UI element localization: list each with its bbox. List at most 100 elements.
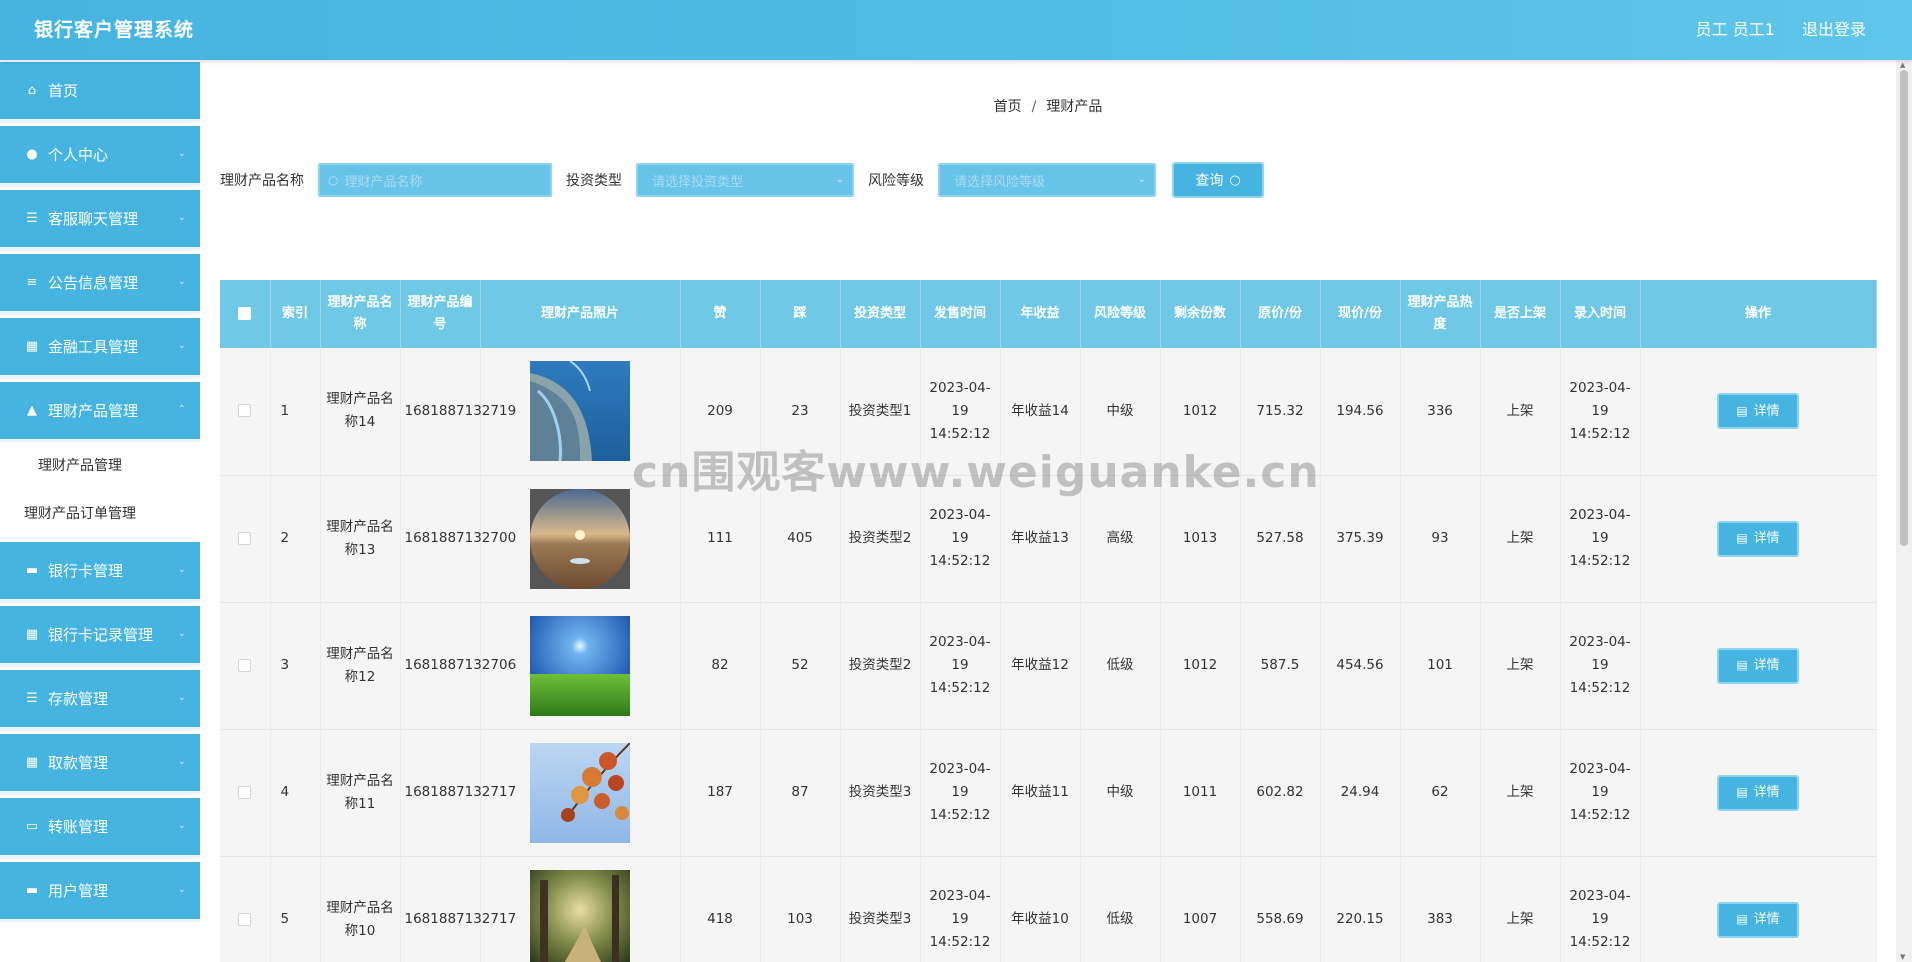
detail-button[interactable]: ▤ 详情 xyxy=(1717,901,1799,938)
scroll-down-icon[interactable]: ▼ xyxy=(1900,953,1905,961)
detail-button-label: 详情 xyxy=(1753,403,1780,419)
cell-listed: 上架 xyxy=(1480,602,1561,730)
row-checkbox[interactable] xyxy=(238,404,252,418)
column-header: 理财产品照片 xyxy=(480,280,681,348)
table-row: 3 理财产品名称12 1681887132706 82 52 投资类型2 202… xyxy=(220,602,1877,730)
cell-remain: 1007 xyxy=(1160,856,1241,962)
app-title: 银行客户管理系统 xyxy=(34,19,195,41)
chevron-down-icon: ⌄ xyxy=(1137,174,1146,185)
row-checkbox[interactable] xyxy=(238,785,252,799)
chevron-down-icon: ⌄ xyxy=(177,148,186,159)
cell-cur-price: 454.56 xyxy=(1320,602,1401,730)
scrollbar-thumb[interactable] xyxy=(1900,70,1908,546)
search-button[interactable]: 查询 ○ xyxy=(1172,162,1264,198)
cell-like: 111 xyxy=(680,475,761,603)
chevron-down-icon: ⌄ xyxy=(177,692,186,703)
cell-index: 3 xyxy=(270,602,321,730)
table-row: 1 理财产品名称14 1681887132719 209 23 投资类型1 20… xyxy=(220,348,1877,476)
cell-remain: 1012 xyxy=(1160,348,1241,476)
cell-cur-price: 220.15 xyxy=(1320,856,1401,962)
invest-type-select[interactable]: 请选择投资类型 ⌄ xyxy=(636,163,854,197)
desert-sunset-photo[interactable] xyxy=(530,488,630,589)
row-checkbox[interactable] xyxy=(238,658,252,672)
sidebar-item-home[interactable]: ⌂ 首页 xyxy=(0,62,200,122)
sidebar-item-label: 公告信息管理 xyxy=(48,274,139,292)
user-name[interactable]: 员工 员工1 xyxy=(1696,20,1775,39)
cell-sale-time: 2023-04-19 14:52:12 xyxy=(920,856,1001,962)
column-header: 年收益 xyxy=(1000,280,1081,348)
search-icon: ○ xyxy=(328,173,339,187)
detail-button[interactable]: ▤ 详情 xyxy=(1717,774,1799,811)
products-table: 索引 理财产品名称 理财产品编号 理财产品照片 赞 踩 投资类型 发售时间 年收… xyxy=(220,280,1877,962)
chevron-down-icon: ⌄ xyxy=(177,340,186,351)
chevron-down-icon: ⌄ xyxy=(177,276,186,287)
product-name-input[interactable]: ○ 理财产品名称 xyxy=(318,163,552,197)
select-all-cell xyxy=(220,280,271,348)
sidebar-item-finance-tools[interactable]: ▦ 金融工具管理 ⌄ xyxy=(0,318,200,378)
invest-type-label: 投资类型 xyxy=(566,173,622,189)
risk-level-select[interactable]: 请选择风险等级 ⌄ xyxy=(938,163,1156,197)
row-checkbox[interactable] xyxy=(238,531,252,545)
sidebar-item-transfer[interactable]: ▭ 转账管理 ⌄ xyxy=(0,798,200,858)
detail-button[interactable]: ▤ 详情 xyxy=(1717,647,1799,684)
sidebar-item-products[interactable]: ▲ 理财产品管理 ⌃ xyxy=(0,382,200,442)
document-icon: ▤ xyxy=(1736,531,1748,545)
sidebar-item-card-records[interactable]: ▦ 银行卡记录管理 ⌄ xyxy=(0,606,200,666)
column-header: 风险等级 xyxy=(1080,280,1161,348)
detail-button-label: 详情 xyxy=(1753,912,1780,927)
subitem-product-orders[interactable]: 理财产品订单管理 xyxy=(0,490,200,538)
cell-type: 投资类型2 xyxy=(840,602,921,730)
column-header: 录入时间 xyxy=(1560,280,1641,348)
row-checkbox[interactable] xyxy=(238,912,252,926)
table-row: 2 理财产品名称13 1681887132700 111 405 投资类型2 2… xyxy=(220,475,1877,603)
forest-path-photo[interactable] xyxy=(530,869,630,962)
cell-dislike: 52 xyxy=(760,602,841,730)
sidebar-item-users[interactable]: ▬ 用户管理 ⌄ xyxy=(0,862,200,922)
cell-index: 5 xyxy=(270,856,321,962)
cell-annual: 年收益13 xyxy=(1000,475,1081,603)
cell-listed: 上架 xyxy=(1480,729,1561,857)
select-all-checkbox[interactable] xyxy=(238,307,252,320)
cell-created: 2023-04-19 14:52:12 xyxy=(1560,729,1641,857)
autumn-leaves-photo[interactable] xyxy=(530,742,630,843)
column-header: 投资类型 xyxy=(840,280,921,348)
column-header: 操作 xyxy=(1640,280,1877,348)
sidebar-item-withdraw[interactable]: ▦ 取款管理 ⌄ xyxy=(0,734,200,794)
page-scrollbar[interactable]: ▲ ▼ xyxy=(1896,60,1912,962)
logout-link[interactable]: 退出登录 xyxy=(1802,20,1866,39)
sidebar-item-chat[interactable]: ☰ 客服聊天管理 ⌄ xyxy=(0,190,200,250)
cell-name: 理财产品名称11 xyxy=(320,729,401,857)
sidebar-item-label: 客服聊天管理 xyxy=(48,210,139,228)
green-field-photo[interactable] xyxy=(530,615,630,716)
cell-code: 1681887132700 xyxy=(400,475,516,603)
cell-code: 1681887132719 xyxy=(400,348,516,476)
detail-button[interactable]: ▤ 详情 xyxy=(1717,520,1799,557)
cell-name: 理财产品名称14 xyxy=(320,348,401,476)
column-header: 剩余份数 xyxy=(1160,280,1241,348)
sliders-icon: ≡ xyxy=(26,275,38,290)
column-header: 是否上架 xyxy=(1480,280,1561,348)
coastline-photo[interactable] xyxy=(530,361,630,462)
card-icon: ▬ xyxy=(25,563,39,578)
chevron-down-icon: ⌄ xyxy=(177,628,186,639)
cell-name: 理财产品名称13 xyxy=(320,475,401,603)
breadcrumb-home[interactable]: 首页 xyxy=(994,99,1022,115)
sidebar-item-notice[interactable]: ≡ 公告信息管理 ⌄ xyxy=(0,254,200,314)
column-header: 发售时间 xyxy=(920,280,1001,348)
sidebar-item-label: 用户管理 xyxy=(48,882,109,900)
sidebar-item-personal[interactable]: ● 个人中心 ⌄ xyxy=(0,126,200,186)
sidebar-item-deposit[interactable]: ☰ 存款管理 ⌄ xyxy=(0,670,200,730)
table-row: 4 理财产品名称11 1681887132717 187 87 投资类型3 20… xyxy=(220,729,1877,857)
search-icon: ○ xyxy=(1229,172,1241,188)
scroll-up-icon[interactable]: ▲ xyxy=(1900,61,1905,69)
subitem-product-manage[interactable]: 理财产品管理 xyxy=(0,442,200,490)
detail-button[interactable]: ▤ 详情 xyxy=(1717,393,1799,430)
cell-heat: 101 xyxy=(1400,602,1481,730)
chevron-down-icon: ⌄ xyxy=(177,756,186,767)
row-select-cell xyxy=(220,348,271,476)
invest-type-placeholder: 请选择投资类型 xyxy=(652,174,744,190)
sidebar-item-bank-card[interactable]: ▬ 银行卡管理 ⌄ xyxy=(0,542,200,602)
grid-icon: ▦ xyxy=(25,755,39,770)
cell-orig-price: 602.82 xyxy=(1240,729,1321,857)
cell-created: 2023-04-19 14:52:12 xyxy=(1560,348,1641,476)
